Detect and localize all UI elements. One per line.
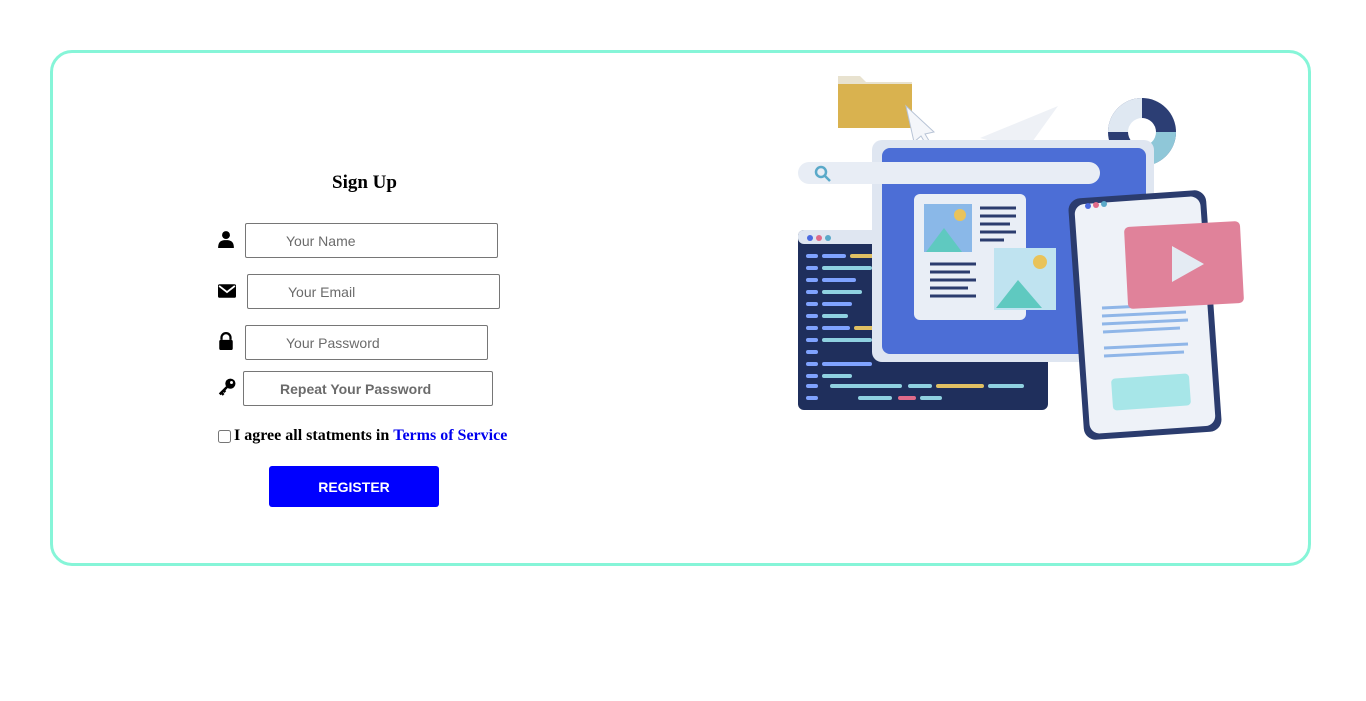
terms-checkbox[interactable] bbox=[218, 429, 231, 443]
video-play-card bbox=[1124, 221, 1244, 309]
lock-icon bbox=[217, 332, 235, 350]
repeat-password-input[interactable] bbox=[243, 371, 493, 406]
search-bar bbox=[798, 162, 1100, 184]
web-design-illustration bbox=[798, 76, 1244, 440]
terms-agreement: I agree all statments in Terms of Servic… bbox=[218, 427, 507, 445]
name-input[interactable] bbox=[245, 223, 498, 258]
password-input[interactable] bbox=[245, 325, 488, 360]
envelope-icon bbox=[218, 282, 236, 300]
agree-text: I agree all statments in bbox=[234, 427, 390, 444]
folder-icon bbox=[838, 76, 936, 147]
user-icon bbox=[217, 230, 235, 248]
terms-of-service-link[interactable]: Terms of Service bbox=[393, 427, 507, 445]
email-input[interactable] bbox=[247, 274, 500, 309]
form-title: Sign Up bbox=[332, 172, 397, 193]
key-icon bbox=[218, 378, 236, 396]
register-button[interactable]: REGISTER bbox=[269, 466, 439, 507]
